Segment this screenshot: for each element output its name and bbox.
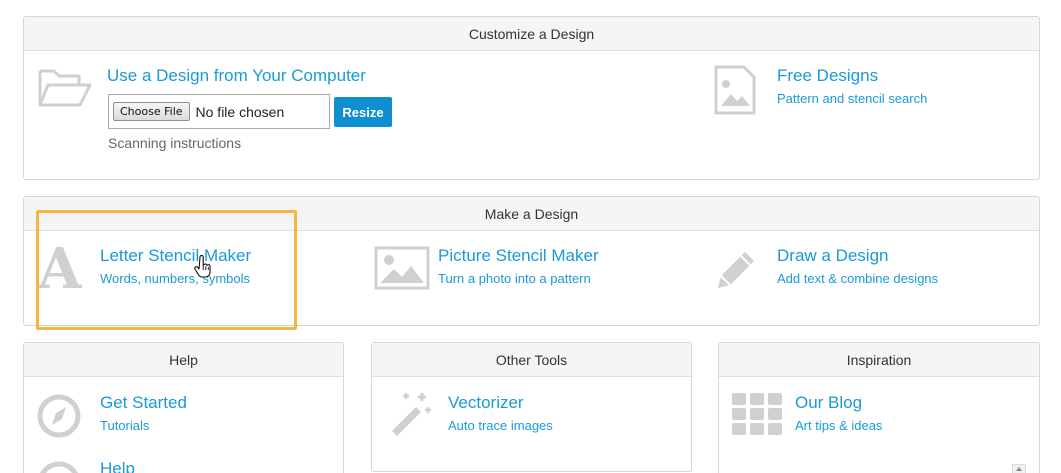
use-design-from-computer-link[interactable]: Use a Design from Your Computer <box>107 66 366 86</box>
scroll-up-arrow-icon[interactable] <box>1011 461 1027 473</box>
help-link[interactable]: Help <box>100 459 135 473</box>
make-panel-title: Make a Design <box>24 197 1039 231</box>
inspiration-panel-title: Inspiration <box>719 343 1039 377</box>
free-designs-link[interactable]: Free Designs <box>777 66 878 86</box>
letter-stencil-maker-subtitle[interactable]: Words, numbers, symbols <box>100 271 250 286</box>
letter-stencil-maker-link[interactable]: Letter Stencil Maker <box>100 246 251 266</box>
folder-open-icon <box>37 65 93 114</box>
choose-file-button[interactable]: Choose File <box>113 102 190 121</box>
file-input[interactable]: Choose File No file chosen <box>108 94 330 129</box>
lifebuoy-icon <box>36 459 82 473</box>
compass-icon <box>36 393 82 444</box>
picture-stencil-maker-link[interactable]: Picture Stencil Maker <box>438 246 599 266</box>
our-blog-link[interactable]: Our Blog <box>795 393 862 413</box>
vectorizer-subtitle[interactable]: Auto trace images <box>448 418 553 433</box>
letter-a-icon: A <box>38 236 82 302</box>
help-panel: Help Get Started Tutorials Help <box>23 342 344 473</box>
vectorizer-link[interactable]: Vectorizer <box>448 393 524 413</box>
free-designs-subtitle[interactable]: Pattern and stencil search <box>777 91 927 106</box>
partial-icon <box>755 467 771 473</box>
scanning-instructions-link[interactable]: Scanning instructions <box>108 135 241 151</box>
customize-panel-title: Customize a Design <box>24 17 1039 51</box>
hand-pointer-cursor-icon <box>194 254 212 284</box>
other-tools-panel: Other Tools Vectorizer Auto trace images <box>371 342 692 472</box>
draw-a-design-subtitle[interactable]: Add text & combine designs <box>777 271 938 286</box>
our-blog-subtitle[interactable]: Art tips & ideas <box>795 418 882 433</box>
draw-a-design-link[interactable]: Draw a Design <box>777 246 889 266</box>
inspiration-panel: Inspiration Our Blog Art tips & ideas <box>718 342 1040 473</box>
pencil-icon <box>712 246 760 299</box>
help-panel-title: Help <box>24 343 343 377</box>
resize-button[interactable]: Resize <box>334 97 392 127</box>
picture-stencil-maker-subtitle[interactable]: Turn a photo into a pattern <box>438 271 591 286</box>
other-tools-panel-title: Other Tools <box>372 343 691 377</box>
image-file-icon <box>713 64 757 121</box>
get-started-subtitle[interactable]: Tutorials <box>100 418 149 433</box>
picture-icon <box>374 246 430 295</box>
make-panel: Make a Design A Letter Stencil Maker Wor… <box>23 196 1040 326</box>
get-started-link[interactable]: Get Started <box>100 393 187 413</box>
magic-wand-icon <box>386 389 436 444</box>
grid-icon <box>732 393 784 442</box>
customize-panel: Customize a Design Use a Design from You… <box>23 16 1040 180</box>
file-status: No file chosen <box>195 103 285 120</box>
